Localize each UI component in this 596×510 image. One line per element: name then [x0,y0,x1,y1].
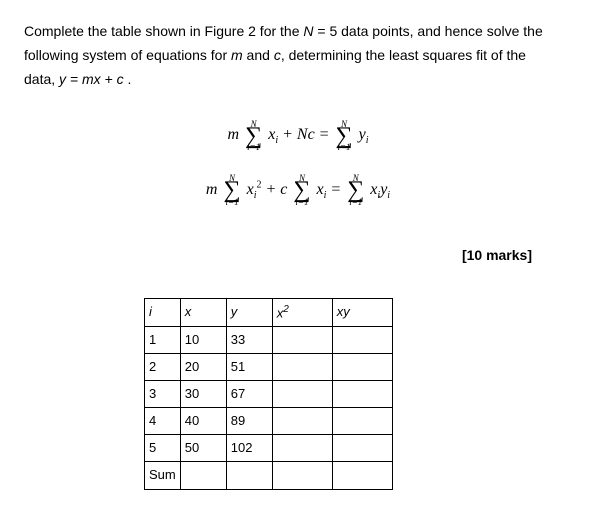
model-eq: y = mx + c [59,71,124,87]
equation-1: m N ∑ i=1 xi + Nc = N ∑ i=1 yi [24,121,572,149]
table-row: 4 40 89 [145,408,393,435]
cell-xy [332,381,392,408]
problem-statement: Complete the table shown in Figure 2 for… [24,20,572,91]
marks-label: [10 marks] [24,244,572,268]
term-yi: yi [359,126,369,143]
table-row: 5 50 102 [145,435,393,462]
cell-x: 40 [180,408,226,435]
sigma-icon: N ∑ i=1 [293,180,310,200]
cell-x2 [272,326,332,353]
cell-x2 [272,408,332,435]
text: data, [24,71,59,87]
col-header-y: y [226,298,272,326]
term-xiyi: xiyi [370,181,390,198]
text: . [124,71,132,87]
coef-m: m [206,181,218,198]
term-Nc: Nc [297,126,315,143]
text: = 5 data points, and hence solve the [314,23,543,39]
cell-xy [332,408,392,435]
table-row: 1 10 33 [145,326,393,353]
term-xi: xi [268,126,278,143]
cell-sum-x [180,462,226,489]
cell-x: 20 [180,354,226,381]
coef-m: m [228,126,240,143]
col-header-xy: xy [332,298,392,326]
table-row: 2 20 51 [145,354,393,381]
plus: + [265,181,280,198]
cell-x2 [272,354,332,381]
cell-xy [332,435,392,462]
cell-sum-x2 [272,462,332,489]
text: and [243,47,274,63]
equals: = [319,126,334,143]
sigma-icon: N ∑ i=1 [245,126,262,146]
cell-sum-xy [332,462,392,489]
plus: + [282,126,297,143]
term-xi: xi [317,181,327,198]
cell-y: 102 [226,435,272,462]
table-header-row: i x y x2 xy [145,298,393,326]
var-m: m [231,47,243,63]
cell-i: 2 [145,354,181,381]
cell-x: 30 [180,381,226,408]
cell-sum-y [226,462,272,489]
cell-x: 10 [180,326,226,353]
col-header-x2: x2 [272,298,332,326]
cell-i: 4 [145,408,181,435]
equation-2: m N ∑ i=1 xi2 + c N ∑ i=1 xi = N ∑ i=1 x… [24,176,572,204]
cell-y: 67 [226,381,272,408]
var-c: c [274,47,281,63]
sigma-icon: N ∑ i=1 [347,180,364,200]
text: Complete the table shown in Figure 2 for… [24,23,303,39]
data-table: i x y x2 xy 1 10 33 2 20 51 3 30 67 4 40… [144,298,393,490]
cell-i: 1 [145,326,181,353]
cell-x2 [272,381,332,408]
text: following system of equations for [24,47,231,63]
equals: = [330,181,345,198]
cell-xy [332,354,392,381]
col-header-x: x [180,298,226,326]
cell-y: 89 [226,408,272,435]
term-xi2: xi2 [247,181,262,198]
table-sum-row: Sum [145,462,393,489]
var-N: N [303,23,313,39]
table-row: 3 30 67 [145,381,393,408]
cell-i: 5 [145,435,181,462]
cell-xy [332,326,392,353]
cell-y: 33 [226,326,272,353]
cell-x: 50 [180,435,226,462]
sigma-icon: N ∑ i=1 [335,126,352,146]
cell-x2 [272,435,332,462]
col-header-i: i [145,298,181,326]
sigma-icon: N ∑ i=1 [223,180,240,200]
cell-sum-label: Sum [145,462,181,489]
cell-y: 51 [226,354,272,381]
coef-c: c [280,181,287,198]
cell-i: 3 [145,381,181,408]
text: , determining the least squares fit of t… [281,47,526,63]
